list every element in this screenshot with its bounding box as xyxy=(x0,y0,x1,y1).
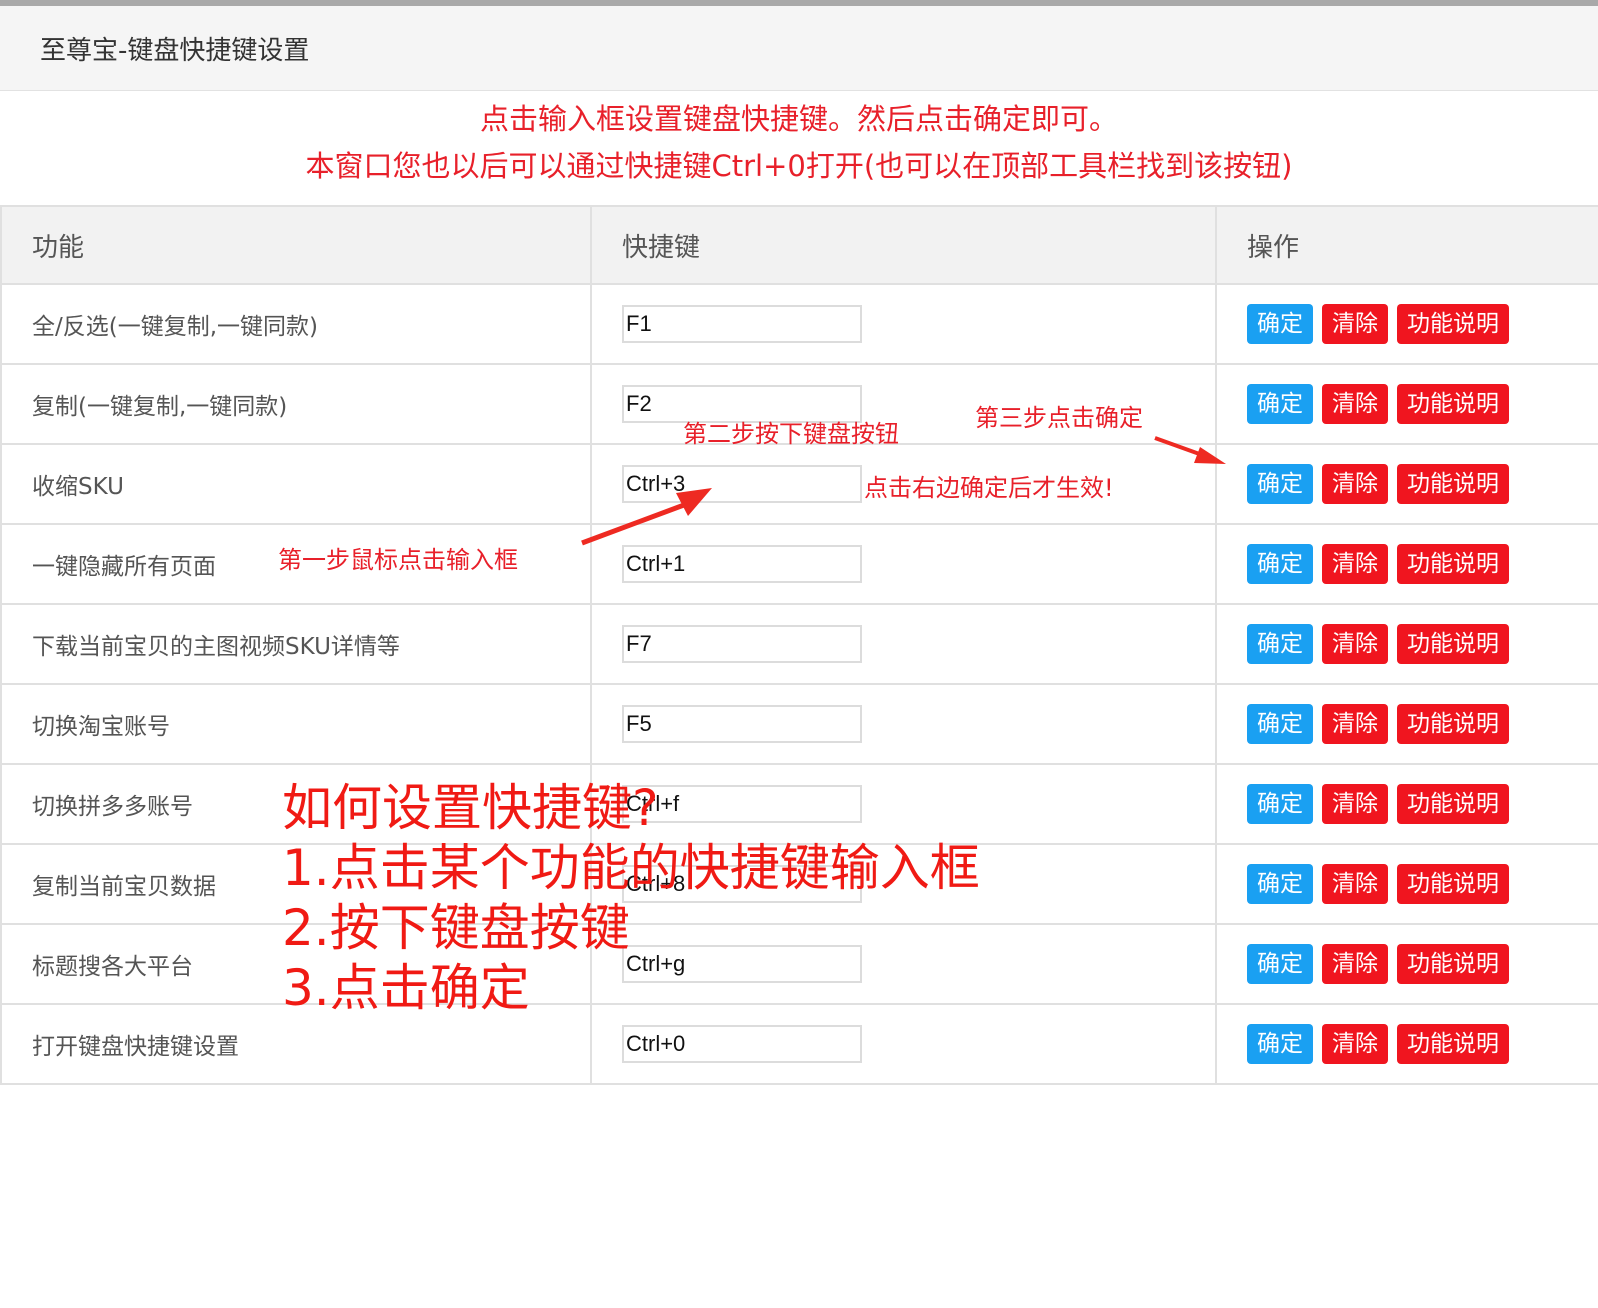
confirm-button[interactable]: 确定 xyxy=(1247,464,1313,504)
howto-step-1: 1.点击某个功能的快捷键输入框 xyxy=(282,839,980,897)
clear-button[interactable]: 清除 xyxy=(1322,1024,1388,1064)
step3-annotation: 第三步点击确定 xyxy=(975,404,1143,432)
clear-button[interactable]: 清除 xyxy=(1322,544,1388,584)
howto-step-2: 2.按下键盘按键 xyxy=(282,899,630,957)
description-button[interactable]: 功能说明 xyxy=(1397,384,1509,424)
clear-button[interactable]: 清除 xyxy=(1322,384,1388,424)
clear-button[interactable]: 清除 xyxy=(1322,944,1388,984)
actions-cell: 确定 清除 功能说明 xyxy=(1215,363,1598,445)
description-button[interactable]: 功能说明 xyxy=(1397,944,1509,984)
column-header-shortcut: 快捷键 xyxy=(590,205,1217,285)
actions-cell: 确定 清除 功能说明 xyxy=(1215,443,1598,525)
table-row: 收缩SKU 确定清除功能说明 xyxy=(0,443,1598,525)
shortcut-input[interactable] xyxy=(622,305,862,343)
clear-button[interactable]: 清除 xyxy=(1322,304,1388,344)
table-row: 切换淘宝账号 确定清除功能说明 xyxy=(0,683,1598,765)
description-button[interactable]: 功能说明 xyxy=(1397,544,1509,584)
clear-button[interactable]: 清除 xyxy=(1322,704,1388,744)
description-button[interactable]: 功能说明 xyxy=(1397,464,1509,504)
confirm-button[interactable]: 确定 xyxy=(1247,624,1313,664)
table-row: 下载当前宝贝的主图视频SKU详情等 确定清除功能说明 xyxy=(0,603,1598,685)
window-title: 至尊宝-键盘快捷键设置 xyxy=(40,36,310,66)
description-button[interactable]: 功能说明 xyxy=(1397,624,1509,664)
table-header-row: 功能 快捷键 操作 xyxy=(0,205,1598,285)
clear-button[interactable]: 清除 xyxy=(1322,624,1388,664)
confirm-button[interactable]: 确定 xyxy=(1247,784,1313,824)
shortcut-cell xyxy=(590,683,1217,765)
confirm-button[interactable]: 确定 xyxy=(1247,384,1313,424)
notice-line-1: 点击输入框设置键盘快捷键。然后点击确定即可。 xyxy=(479,102,1118,136)
shortcut-input[interactable] xyxy=(622,465,862,503)
effect-note-annotation: 点击右边确定后才生效! xyxy=(864,474,1114,502)
function-name: 全/反选(一键复制,一键同款) xyxy=(0,283,592,365)
shortcut-cell xyxy=(590,283,1217,365)
shortcut-input[interactable] xyxy=(622,625,862,663)
actions-cell: 确定 清除 功能说明 xyxy=(1215,843,1598,925)
confirm-button[interactable]: 确定 xyxy=(1247,704,1313,744)
actions-cell: 确定 清除 功能说明 xyxy=(1215,683,1598,765)
column-header-actions: 操作 xyxy=(1215,205,1598,285)
step2-annotation: 第二步按下键盘按钮 xyxy=(683,420,899,448)
function-name: 切换淘宝账号 xyxy=(0,683,592,765)
clear-button[interactable]: 清除 xyxy=(1322,784,1388,824)
function-name: 复制(一键复制,一键同款) xyxy=(0,363,592,445)
confirm-button[interactable]: 确定 xyxy=(1247,304,1313,344)
shortcut-input[interactable] xyxy=(622,545,862,583)
shortcut-cell xyxy=(590,523,1217,605)
confirm-button[interactable]: 确定 xyxy=(1247,864,1313,904)
function-name: 收缩SKU xyxy=(0,443,592,525)
shortcut-input[interactable] xyxy=(622,705,862,743)
table-row: 全/反选(一键复制,一键同款) 确定清除功能说明 xyxy=(0,283,1598,365)
howto-annotation: 如何设置快捷键? 1.点击某个功能的快捷键输入框 2.按下键盘按键 3.点击确定 xyxy=(282,778,980,1018)
description-button[interactable]: 功能说明 xyxy=(1397,304,1509,344)
table-row: 一键隐藏所有页面确定清除功能说明 xyxy=(0,523,1598,605)
clear-button[interactable]: 清除 xyxy=(1322,464,1388,504)
notice-line-2: 本窗口您也以后可以通过快捷键Ctrl+0打开(也可以在顶部工具栏找到该按钮) xyxy=(305,149,1293,183)
actions-cell: 确定 清除 功能说明 xyxy=(1215,283,1598,365)
actions-cell: 确定 清除 功能说明 xyxy=(1215,523,1598,605)
clear-button[interactable]: 清除 xyxy=(1322,864,1388,904)
howto-step-3: 3.点击确定 xyxy=(282,959,530,1017)
confirm-button[interactable]: 确定 xyxy=(1247,944,1313,984)
shortcut-input[interactable] xyxy=(622,1025,862,1063)
description-button[interactable]: 功能说明 xyxy=(1397,784,1509,824)
howto-title: 如何设置快捷键? xyxy=(282,779,659,837)
actions-cell: 确定 清除 功能说明 xyxy=(1215,603,1598,685)
actions-cell: 确定 清除 功能说明 xyxy=(1215,763,1598,845)
function-name: 下载当前宝贝的主图视频SKU详情等 xyxy=(0,603,592,685)
confirm-button[interactable]: 确定 xyxy=(1247,544,1313,584)
description-button[interactable]: 功能说明 xyxy=(1397,1024,1509,1064)
actions-cell: 确定 清除 功能说明 xyxy=(1215,923,1598,1005)
confirm-button[interactable]: 确定 xyxy=(1247,1024,1313,1064)
description-button[interactable]: 功能说明 xyxy=(1397,704,1509,744)
shortcut-cell xyxy=(590,603,1217,685)
step1-annotation: 第一步鼠标点击输入框 xyxy=(278,546,518,574)
title-bar: 至尊宝-键盘快捷键设置 xyxy=(0,6,1598,91)
description-button[interactable]: 功能说明 xyxy=(1397,864,1509,904)
actions-cell: 确定 清除 功能说明 xyxy=(1215,1003,1598,1085)
column-header-function: 功能 xyxy=(0,205,592,285)
